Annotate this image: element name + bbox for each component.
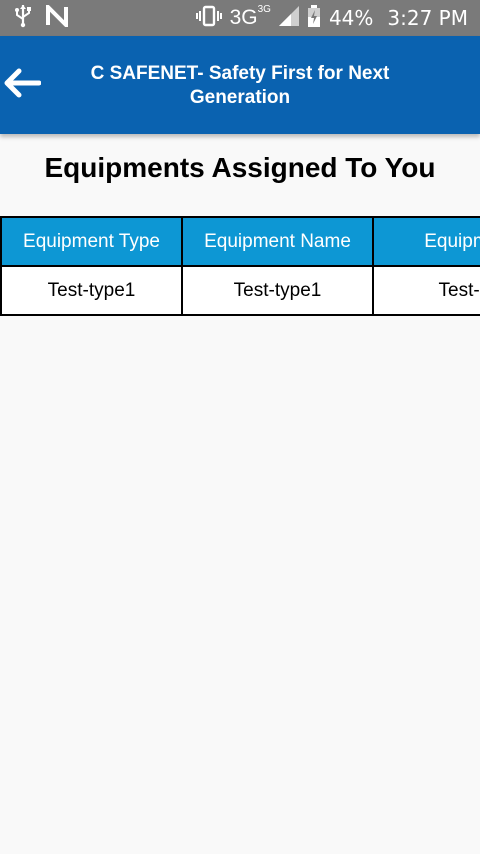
table-row[interactable]: Test-type1 Test-type1 Test-m — [0, 265, 480, 316]
header-equipment-name: Equipment Name — [181, 216, 374, 267]
battery-icon — [307, 4, 321, 32]
header-equipment-type: Equipment Type — [0, 216, 183, 267]
network-type: 3G 3G — [229, 4, 271, 29]
signal-icon — [278, 5, 299, 31]
vibrate-icon — [195, 5, 222, 32]
header-equipment-model: Equipmen — [372, 216, 480, 267]
battery-percent: 44% — [328, 6, 374, 30]
arrow-back-icon — [3, 68, 42, 103]
app-bar: C SAFENET- Safety First for Next Generat… — [0, 36, 480, 134]
app-title: C SAFENET- Safety First for Next Generat… — [90, 63, 390, 108]
cell-equipment-model: Test-m — [372, 265, 480, 316]
clock: 3:27 PM — [387, 6, 468, 30]
back-button[interactable] — [0, 64, 44, 106]
page-title: Equipments Assigned To You — [44, 152, 436, 183]
cell-equipment-type: Test-type1 — [0, 265, 183, 316]
cell-equipment-name: Test-type1 — [181, 265, 374, 316]
usb-icon — [14, 4, 32, 33]
status-bar: 3G 3G 44% 3:27 PM — [0, 0, 480, 36]
notification-n-icon — [46, 1, 68, 32]
table-header-row: Equipment Type Equipment Name Equipmen — [0, 216, 480, 267]
equipment-table[interactable]: Equipment Type Equipment Name Equipmen T… — [0, 216, 480, 316]
